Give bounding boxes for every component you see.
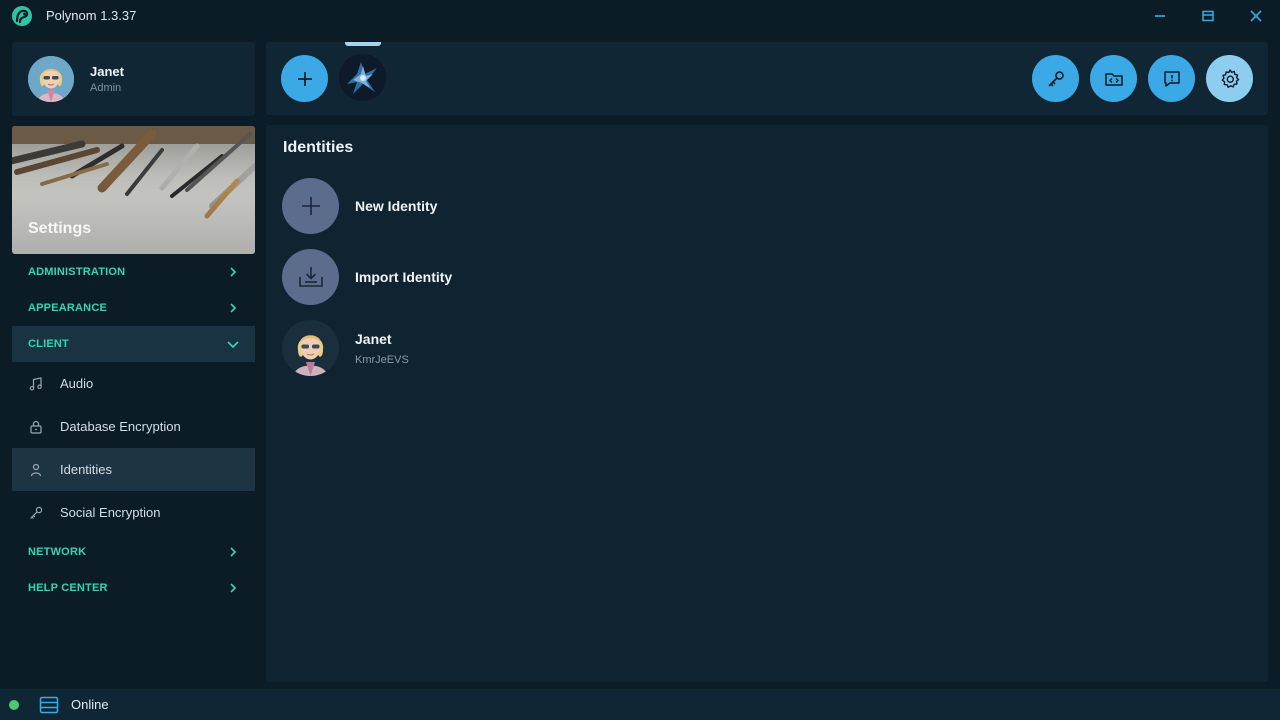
- keys-button[interactable]: [1032, 55, 1079, 102]
- code-folder-icon: [1104, 72, 1123, 86]
- close-button[interactable]: [1232, 0, 1280, 31]
- selected-server-indicator: [345, 42, 381, 46]
- section-help-center[interactable]: HELP CENTER: [12, 570, 255, 606]
- chevron-right-icon: [227, 546, 239, 558]
- feedback-button[interactable]: [1148, 55, 1195, 102]
- sidebar-item-audio[interactable]: Audio: [12, 362, 255, 405]
- section-label: APPEARANCE: [28, 302, 108, 314]
- settings-nav: ADMINISTRATION APPEARANCE CLIENT Audio D…: [12, 254, 255, 606]
- section-network[interactable]: NETWORK: [12, 534, 255, 570]
- section-appearance[interactable]: APPEARANCE: [12, 290, 255, 326]
- section-label: ADMINISTRATION: [28, 266, 126, 278]
- key-icon: [1047, 70, 1064, 87]
- feedback-icon: [1163, 70, 1180, 87]
- sidebar-item-database-encryption[interactable]: Database Encryption: [12, 405, 255, 448]
- chevron-right-icon: [227, 266, 239, 278]
- sidebar: Janet Admin Settings ADMINISTRATION APPE…: [12, 42, 255, 682]
- window-title: Polynom 1.3.37: [46, 8, 137, 23]
- section-label: HELP CENTER: [28, 582, 108, 594]
- new-identity-button[interactable]: [282, 178, 339, 234]
- sidebar-item-label: Social Encryption: [60, 505, 161, 520]
- user-name: Janet: [90, 64, 124, 79]
- sidebar-item-label: Database Encryption: [60, 419, 181, 434]
- identity-item[interactable]: Janet KmrJeEVS: [282, 320, 409, 376]
- title-bar: Polynom 1.3.37: [0, 0, 1280, 31]
- music-note-icon: [29, 376, 43, 391]
- status-text: Online: [71, 697, 109, 712]
- key-icon: [29, 506, 43, 520]
- chevron-right-icon: [227, 302, 239, 314]
- download-tray-icon: [298, 267, 323, 287]
- server-list-icon[interactable]: [39, 696, 59, 714]
- import-identity-label: Import Identity: [355, 269, 453, 285]
- chevron-right-icon: [227, 582, 239, 594]
- top-toolbar: [266, 42, 1268, 115]
- section-label: NETWORK: [28, 546, 87, 558]
- identities-panel: Identities New Identity Import Identity: [266, 125, 1268, 682]
- close-icon: [1250, 9, 1262, 22]
- add-server-button[interactable]: [281, 55, 328, 102]
- add-icon: [301, 197, 320, 215]
- new-identity-row[interactable]: New Identity: [282, 178, 437, 234]
- section-client[interactable]: CLIENT: [12, 326, 255, 362]
- settings-banner: Settings: [12, 126, 255, 254]
- user-card[interactable]: Janet Admin: [12, 42, 255, 116]
- user-role: Admin: [90, 82, 122, 94]
- identity-name: Janet: [355, 330, 392, 347]
- add-icon: [297, 71, 312, 86]
- online-status-dot: [9, 699, 19, 710]
- gear-icon: [1221, 68, 1239, 88]
- minimize-button[interactable]: [1136, 0, 1184, 31]
- avatar: [282, 320, 339, 376]
- section-label: CLIENT: [28, 338, 69, 350]
- avatar: [28, 56, 74, 102]
- minimize-icon: [1155, 14, 1165, 17]
- identity-code: KmrJeEVS: [355, 353, 409, 366]
- section-administration[interactable]: ADMINISTRATION: [12, 254, 255, 290]
- settings-button[interactable]: [1206, 55, 1253, 102]
- maximize-button[interactable]: [1184, 0, 1232, 31]
- sidebar-item-social-encryption[interactable]: Social Encryption: [12, 491, 255, 534]
- developer-button[interactable]: [1090, 55, 1137, 102]
- lock-icon: [29, 420, 43, 434]
- settings-title: Settings: [28, 220, 92, 237]
- import-identity-row[interactable]: Import Identity: [282, 249, 452, 305]
- sidebar-item-label: Audio: [60, 376, 94, 391]
- status-bar: Online: [0, 689, 1280, 720]
- sidebar-item-identities[interactable]: Identities: [12, 448, 255, 491]
- polynom-logo-icon: [11, 5, 33, 27]
- maximize-icon: [1202, 10, 1214, 21]
- server-avatar[interactable]: [339, 54, 386, 101]
- new-identity-label: New Identity: [355, 198, 438, 214]
- sidebar-item-label: Identities: [60, 462, 113, 477]
- page-title: Identities: [283, 139, 354, 156]
- import-identity-button[interactable]: [282, 249, 339, 305]
- person-icon: [29, 463, 43, 477]
- chevron-down-icon: [227, 338, 239, 350]
